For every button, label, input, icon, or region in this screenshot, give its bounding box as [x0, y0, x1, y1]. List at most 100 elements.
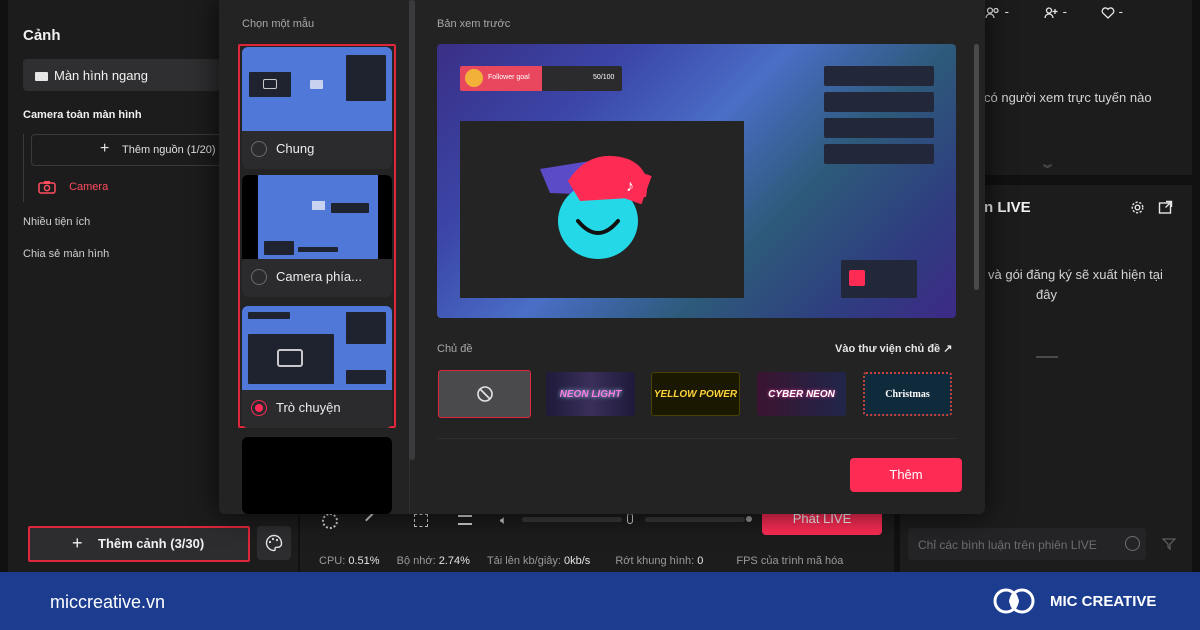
add-template-button[interactable]: Thêm [850, 458, 962, 492]
tree-line [23, 134, 24, 202]
theme-christmas[interactable]: Christmas [863, 372, 952, 416]
mic-volume-slider[interactable] [645, 517, 745, 522]
palette-button[interactable] [257, 526, 291, 560]
followers-stat: - [1043, 4, 1067, 19]
plus-icon: + [100, 140, 110, 157]
chat-message [824, 144, 934, 164]
source-group-camera[interactable]: Camera toàn màn hình [23, 109, 142, 121]
template-dialog: Chọn một mẫu Chung Camera phía... Trò ch… [219, 0, 985, 514]
template-label: Camera phía... [276, 269, 362, 284]
live-panel-title: n LIVE [984, 199, 1031, 216]
gift-icon [849, 270, 865, 286]
theme-divider [437, 438, 956, 439]
mic-creative-logo-icon [993, 588, 1035, 614]
comment-placeholder: Chỉ các bình luận trên phiên LIVE [918, 538, 1097, 552]
template-thumb [242, 47, 392, 131]
stats-bar: CPU: 0.51% Bộ nhớ: 2.74% Tải lên kb/giây… [319, 555, 844, 567]
source-camera[interactable]: Camera [38, 180, 108, 200]
people-icon [985, 6, 999, 18]
medal-icon [465, 69, 483, 87]
tiktok-mascot-icon: ♪ [540, 155, 652, 259]
chat-block [346, 55, 386, 101]
template-label: Trò chuyện [276, 400, 341, 415]
chevron-down-icon[interactable]: ︾ [1043, 162, 1052, 175]
template-thumb [242, 175, 392, 259]
template-radio[interactable] [251, 141, 267, 157]
viewers-empty-text: có người xem trực tuyến nào [984, 90, 1152, 105]
comment-input[interactable]: Chỉ các bình luận trên phiên LIVE [908, 528, 1146, 560]
emoji-icon[interactable] [1125, 536, 1140, 551]
preview-label: Bản xem trước [437, 18, 511, 30]
likes-stat: - [1101, 4, 1123, 19]
add-person-icon [1044, 6, 1058, 18]
viewers-stat: - [985, 4, 1009, 19]
brand-footer: miccreative.vn MIC CREATIVE [0, 572, 1200, 630]
template-preview: Follower goal 50/100 ♪ [437, 44, 956, 318]
mic-icon[interactable] [627, 513, 633, 524]
scene-select-label: Màn hình ngang [54, 68, 148, 83]
monitor-icon [35, 72, 48, 82]
template-radio[interactable] [251, 269, 267, 285]
chat-block [346, 312, 386, 344]
heart-icon [1101, 6, 1115, 19]
template-card-chat[interactable]: Trò chuyện [242, 306, 392, 428]
theme-yellow-power[interactable]: YELLOW POWER [651, 372, 740, 416]
stats-row: - - - [985, 4, 1123, 19]
speaker-icon[interactable]: 🔈︎ [500, 513, 507, 528]
add-source-label: Thêm nguồn (1/20) [122, 144, 216, 156]
template-card-extra[interactable] [242, 437, 392, 514]
chat-message [824, 118, 934, 138]
send-icon[interactable] [1162, 538, 1176, 550]
crop-icon[interactable] [414, 514, 428, 527]
source-group-widgets[interactable]: Nhiều tiện ích [23, 216, 90, 228]
camera-icon [277, 349, 303, 367]
template-scrollbar[interactable] [409, 0, 415, 460]
chat-message [824, 66, 934, 86]
source-group-screen[interactable]: Chia sẻ màn hình [23, 248, 109, 260]
gifts-empty-text: và gói đăng ký sẽ xuất hiện tại đây [988, 267, 1163, 302]
follower-goal-count: 50/100 [593, 74, 615, 81]
add-scene-label: Thêm cảnh (3/30) [98, 536, 205, 551]
theme-none[interactable] [438, 370, 531, 418]
camera-area: ♪ [460, 121, 744, 298]
theme-cyber-neon[interactable]: CYBER NEON [757, 372, 846, 416]
add-source-button[interactable]: + Thêm nguồn (1/20) [31, 134, 231, 166]
add-scene-button[interactable]: + Thêm cảnh (3/30) [28, 526, 250, 562]
plus-icon: + [72, 533, 83, 553]
settings-icon[interactable] [322, 513, 338, 529]
camera-icon [38, 181, 56, 194]
ban-icon [476, 386, 493, 402]
monitor-icon [312, 201, 325, 210]
theme-neon-light[interactable]: NEON LIGHT [546, 372, 635, 416]
scene-select[interactable]: Màn hình ngang [23, 59, 233, 91]
gear-icon[interactable] [1130, 200, 1145, 215]
template-thumb [242, 306, 392, 390]
palette-icon [265, 534, 283, 552]
adjust-icon[interactable] [458, 515, 472, 525]
footer-brand: MIC CREATIVE [1050, 593, 1157, 610]
template-label: Chung [276, 141, 315, 156]
dialog-scrollbar[interactable] [974, 44, 979, 290]
theme-library-link[interactable]: Vào thư viện chủ đề ↗ [835, 342, 952, 355]
camera-icon [263, 79, 277, 89]
control-bar: 🔈︎ Phát LIVE CPU: 0.51% Bộ nhớ: 2.74% Tả… [300, 505, 894, 573]
template-radio-selected[interactable] [251, 400, 267, 416]
choose-template-label: Chọn một mẫu [242, 18, 315, 30]
popout-icon[interactable] [1158, 200, 1173, 215]
chat-message [824, 92, 934, 112]
footer-site[interactable]: miccreative.vn [50, 592, 165, 613]
slider-knob[interactable] [746, 516, 752, 522]
template-card-camera[interactable]: Camera phía... [242, 175, 392, 297]
svg-text:♪: ♪ [626, 178, 634, 195]
camera-icon [264, 241, 294, 255]
follower-goal-widget: Follower goal 50/100 [460, 66, 622, 91]
source-camera-label: Camera [69, 180, 109, 193]
monitor-icon [310, 80, 323, 89]
resize-handle[interactable] [1036, 356, 1058, 358]
speaker-volume-slider[interactable] [522, 517, 622, 522]
theme-label: Chủ đề [437, 343, 473, 355]
follower-goal-label: Follower goal [488, 74, 530, 81]
template-card-general[interactable]: Chung [242, 47, 392, 169]
external-link-icon: ↗ [943, 343, 953, 355]
gift-widget [841, 260, 917, 298]
